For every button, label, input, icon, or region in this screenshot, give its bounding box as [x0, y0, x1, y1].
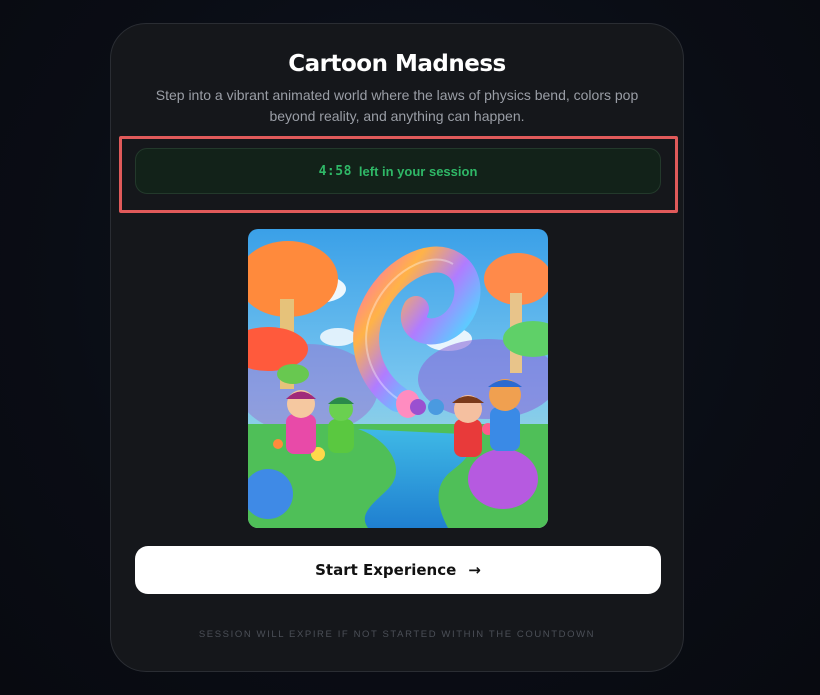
session-timer: 4:58 left in your session: [135, 148, 661, 194]
expiry-notice: SESSION WILL EXPIRE IF NOT STARTED WITHI…: [198, 629, 596, 640]
page-title: Cartoon Madness: [288, 51, 506, 77]
timer-countdown: 4:58: [318, 163, 352, 179]
hero-image: [248, 229, 548, 528]
timer-label: left in your session: [358, 163, 478, 179]
start-button-label: Start Experience: [315, 561, 457, 579]
cartoon-world-illustration: [248, 229, 548, 528]
start-experience-button[interactable]: Start Experience →: [135, 546, 661, 594]
page-subtitle: Step into a vibrant animated world where…: [155, 87, 639, 124]
session-card: Cartoon Madness Step into a vibrant anim…: [110, 23, 684, 672]
arrow-right-icon: →: [468, 560, 481, 579]
